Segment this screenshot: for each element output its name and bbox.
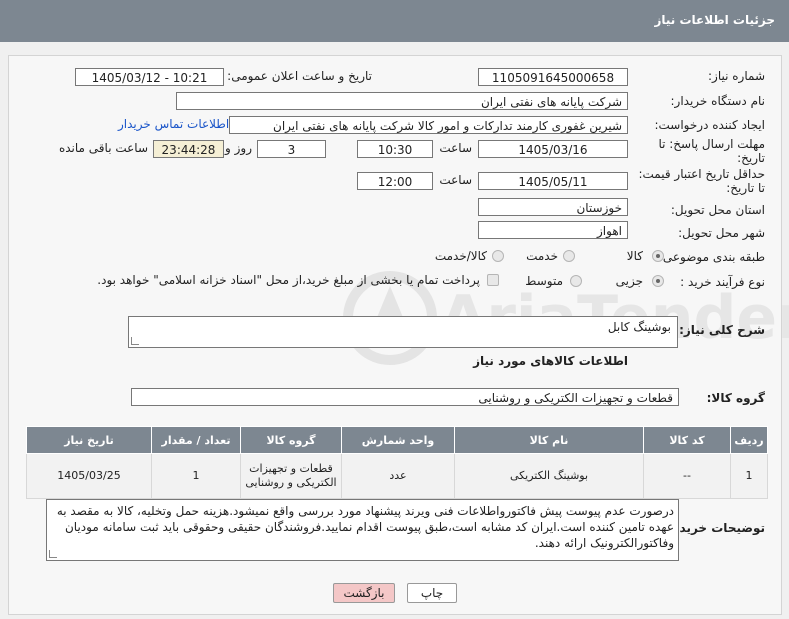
days-label: روز و (225, 141, 252, 155)
col-code-header: کد کالا (643, 426, 731, 454)
goods-group-label: گروه کالا: (706, 391, 765, 405)
price-validity-time: 12:00 (357, 172, 433, 190)
buyer-org-label: نام دستگاه خریدار: (670, 94, 766, 108)
resize-grip-icon[interactable] (131, 337, 139, 345)
category-label: طبقه بندی موضوعی: (658, 250, 765, 264)
category-goods-label: کالا (626, 249, 643, 263)
remaining-time-label: ساعت باقی مانده (58, 141, 148, 155)
page-header: جزئیات اطلاعات نیاز (0, 0, 789, 42)
treasury-payment-checkbox[interactable] (487, 274, 499, 286)
process-minor-radio[interactable] (652, 275, 664, 287)
buyer-notes-field: درصورت عدم پیوست پیش فاکتورواطلاعات فنی … (46, 499, 679, 561)
city-label: شهر محل تحویل: (678, 226, 765, 240)
reply-deadline-time: 10:30 (357, 140, 433, 158)
table-header-row: ردیف کد کالا نام کالا واحد شمارش گروه کا… (26, 426, 768, 454)
category-goods-service-label: کالا/خدمت (434, 249, 487, 263)
buyer-notes-text: درصورت عدم پیوست پیش فاکتورواطلاعات فنی … (56, 504, 674, 550)
reply-deadline-date: 1405/03/16 (478, 140, 628, 158)
category-goods-service-radio[interactable] (492, 250, 504, 262)
requester-label: ایجاد کننده درخواست: (654, 118, 765, 132)
cell-name: بوشینگ الکتریکی (454, 453, 644, 499)
price-validity-time-label: ساعت (439, 173, 472, 187)
cell-code: -- (643, 453, 731, 499)
reply-days-field: 3 (257, 140, 326, 158)
announce-datetime-label: تاریخ و ساعت اعلان عمومی: (227, 69, 372, 83)
buyer-org-field: شرکت پایانه های نفتی ایران (176, 92, 628, 110)
general-description-label: شرح کلی نیاز: (679, 323, 765, 337)
goods-group-field: قطعات و تجهیزات الکتریکی و روشنایی (131, 388, 679, 406)
cell-row: 1 (730, 453, 768, 499)
cell-date: 1405/03/25 (26, 453, 152, 499)
col-row-header: ردیف (730, 426, 768, 454)
goods-section-title: اطلاعات کالاهای مورد نیاز (473, 354, 628, 368)
general-description-text: بوشینگ کابل (607, 320, 671, 334)
col-name-header: نام کالا (454, 426, 644, 454)
page-title: جزئیات اطلاعات نیاز (654, 13, 775, 27)
buyer-contact-link[interactable]: اطلاعات تماس خریدار (118, 117, 229, 131)
treasury-payment-note: پرداخت تمام یا بخشی از مبلغ خرید،از محل … (97, 273, 480, 287)
cell-qty: 1 (151, 453, 241, 499)
cell-group: قطعات و تجهیزات الکتریکی و روشنایی (240, 453, 342, 499)
province-label: استان محل تحویل: (670, 203, 765, 217)
need-number-label: شماره نیاز: (708, 69, 765, 83)
general-description-field: بوشینگ کابل (128, 316, 678, 348)
category-goods-radio[interactable] (652, 250, 664, 262)
city-field: اهواز (478, 221, 628, 239)
reply-deadline-label-2: تاریخ: (737, 151, 765, 165)
resize-grip-icon[interactable] (49, 550, 57, 558)
category-service-label: خدمت (526, 249, 558, 263)
price-validity-label: حداقل تاریخ اعتبار قیمت: (638, 167, 765, 181)
col-date-header: تاریخ نیاز (26, 426, 152, 454)
reply-deadline-label: مهلت ارسال پاسخ: تا (658, 137, 765, 151)
category-service-radio[interactable] (563, 250, 575, 262)
process-medium-label: متوسط (525, 274, 563, 288)
price-validity-label-2: تا تاریخ: (726, 181, 765, 195)
reply-deadline-time-label: ساعت (439, 141, 472, 155)
price-validity-date: 1405/05/11 (478, 172, 628, 190)
back-button[interactable]: بازگشت (333, 583, 395, 603)
process-minor-label: جزیی (615, 274, 643, 288)
announce-datetime-field: 1405/03/12 - 10:21 (75, 68, 224, 86)
process-medium-radio[interactable] (570, 275, 582, 287)
province-field: خوزستان (478, 198, 628, 216)
cell-unit: عدد (341, 453, 455, 499)
col-unit-header: واحد شمارش (341, 426, 455, 454)
items-table: ردیف کد کالا نام کالا واحد شمارش گروه کا… (26, 426, 768, 499)
purchase-process-label: نوع فرآیند خرید : (680, 275, 765, 289)
print-button[interactable]: چاپ (407, 583, 457, 603)
table-row: 1 -- بوشینگ الکتریکی عدد قطعات و تجهیزات… (26, 453, 768, 499)
need-number-field: 1105091645000658 (478, 68, 628, 86)
remaining-time-field: 23:44:28 (153, 140, 224, 158)
requester-field: شیرین غفوری کارمند تدارکات و امور کالا ش… (229, 116, 628, 134)
col-qty-header: تعداد / مقدار (151, 426, 241, 454)
col-group-header: گروه کالا (240, 426, 342, 454)
